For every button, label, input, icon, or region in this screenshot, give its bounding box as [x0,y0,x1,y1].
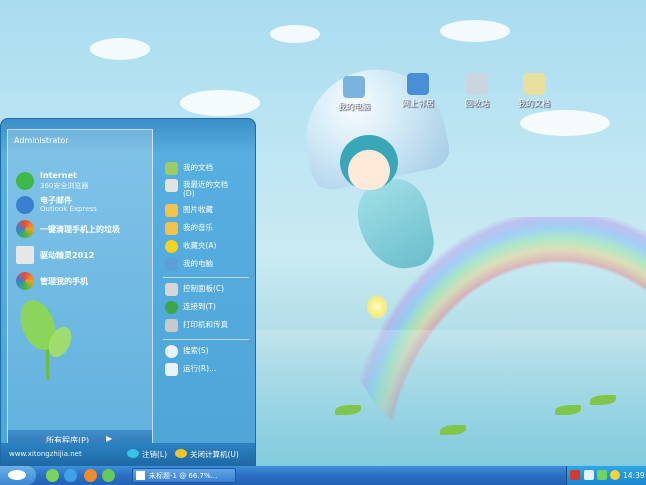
logoff-button[interactable]: 注销(L) [127,448,177,460]
right-item-label: 搜索(S) [183,346,209,355]
cloud-decoration [270,25,320,43]
desktop-icon-my-documents[interactable]: 我的文档 [502,73,566,109]
right-item-label: 运行(R)... [183,364,217,373]
right-item-printers[interactable]: 打印机和传真 [163,318,253,336]
favorites-star-icon [165,240,178,253]
media-player-icon[interactable] [84,469,97,482]
menu-separator [163,339,249,340]
right-item-favorites[interactable]: 收藏夹(A) [163,239,253,257]
desktop-icon-recycle-bin[interactable]: 回收站 [445,73,509,109]
pinned-subtitle: 360安全浏览器 [40,182,89,190]
right-item-label: 我的电脑 [183,259,213,268]
start-button[interactable] [0,466,36,485]
clock[interactable]: 14:39 [623,471,645,480]
right-item-control-panel[interactable]: 控制面板(C) [163,282,253,300]
taskbar: 未标题-1 @ 66.7%... 14:39 [0,466,646,485]
right-item-search[interactable]: 搜索(S) [163,344,253,362]
desktop-icon-network[interactable]: 网上邻居 [386,73,450,109]
network-tray-icon[interactable] [597,470,607,480]
pinned-item-phone-clean[interactable]: 一键清理手机上的垃圾 [12,218,152,240]
phone-clean-icon [16,220,34,238]
pinned-title: 一键清理手机上的垃圾 [40,225,120,234]
right-item-my-music[interactable]: 我的音乐 [163,221,253,239]
cloud-decoration [90,38,150,60]
my-computer-icon [343,76,365,98]
right-item-label: 收藏夹(A) [183,241,217,250]
control-panel-icon [165,283,178,296]
logoff-icon [127,449,139,458]
right-item-label: 连接到(T) [183,302,216,311]
pinned-item-internet[interactable]: Internet 360安全浏览器 [12,170,152,192]
start-menu-right-pane: 我的文档 我最近的文档 (D) 图片收藏 我的音乐 收藏夹(A) 我的电脑 控制… [159,153,251,453]
printer-icon [165,319,178,332]
cloud-decoration [440,20,510,42]
show-desktop-icon[interactable] [46,469,59,482]
my-documents-icon [165,162,178,175]
my-computer-icon [165,258,178,271]
desktop-icon-label: 回收站 [465,99,489,108]
desktop-icon-my-computer[interactable]: 我的电脑 [322,76,386,112]
system-tray: 14:39 [566,466,646,485]
shield-tray-icon[interactable] [610,470,620,480]
start-menu-footer: www.xitongzhijia.net 注销(L) 关闭计算机(U) [1,443,255,465]
desktop-icon-label: 网上邻居 [402,99,434,108]
cloud-start-icon [8,470,26,480]
recent-docs-icon [165,179,178,192]
pinned-subtitle: Outlook Express [40,205,97,213]
desktop-icon-label: 我的文档 [518,99,550,108]
network-icon [407,73,429,95]
my-music-icon [165,222,178,235]
app-window-icon [136,471,145,480]
site-watermark: www.xitongzhijia.net [9,450,82,458]
right-item-label: 我的文档 [183,163,213,172]
my-documents-icon [523,73,545,95]
pinned-item-email[interactable]: 电子邮件 Outlook Express [12,194,152,216]
desktop-icon-label: 我的电脑 [338,102,370,111]
right-item-my-computer[interactable]: 我的电脑 [163,257,253,275]
right-item-label: 我的音乐 [183,223,213,232]
pinned-item-driver-genius[interactable]: 驱动精灵2012 [12,244,152,266]
360-icon[interactable] [102,469,115,482]
search-icon [165,345,178,358]
lantern-illustration [367,295,387,319]
taskbar-item-photoshop[interactable]: 未标题-1 @ 66.7%... [132,468,236,483]
run-icon [165,363,178,376]
shutdown-icon [175,449,187,458]
right-item-label: 打印机和传真 [183,320,228,329]
pinned-title: Internet [40,171,77,180]
right-item-label: 我最近的文档 (D) [183,180,228,198]
start-menu-left-pane: Administrator Internet 360安全浏览器 电子邮件 Out… [7,129,153,451]
my-pictures-icon [165,204,178,217]
right-item-label: 控制面板(C) [183,284,225,293]
arrow-right-icon: ▶ [106,434,113,443]
right-item-run[interactable]: 运行(R)... [163,362,253,380]
cloud-decoration [520,110,610,136]
right-item-connect-to[interactable]: 连接到(T) [163,300,253,318]
cloud-decoration [180,90,260,116]
right-item-my-documents[interactable]: 我的文档 [163,161,253,179]
browser-360-icon [16,172,34,190]
sprout-illustration [20,299,72,380]
mail-icon [16,196,34,214]
right-item-my-pictures[interactable]: 图片收藏 [163,203,253,221]
arrow-icon[interactable] [584,470,594,480]
start-menu: Administrator Internet 360安全浏览器 电子邮件 Out… [0,118,256,466]
ie-icon[interactable] [64,469,77,482]
user-name: Administrator [14,136,69,145]
taskbar-item-label: 未标题-1 @ 66.7%... [149,472,218,480]
logoff-label: 注销(L) [142,450,168,459]
connect-to-icon [165,301,178,314]
menu-separator [163,277,249,278]
right-item-label: 图片收藏 [183,205,213,214]
right-item-recent-docs[interactable]: 我最近的文档 (D) [163,178,253,202]
shutdown-button[interactable]: 关闭计算机(U) [175,448,253,460]
antivirus-icon[interactable] [570,470,580,480]
driver-genius-icon [16,246,34,264]
fairy-head-illustration [340,135,398,190]
pinned-title: 驱动精灵2012 [40,251,95,260]
recycle-bin-icon [466,73,488,95]
shutdown-label: 关闭计算机(U) [190,450,239,459]
